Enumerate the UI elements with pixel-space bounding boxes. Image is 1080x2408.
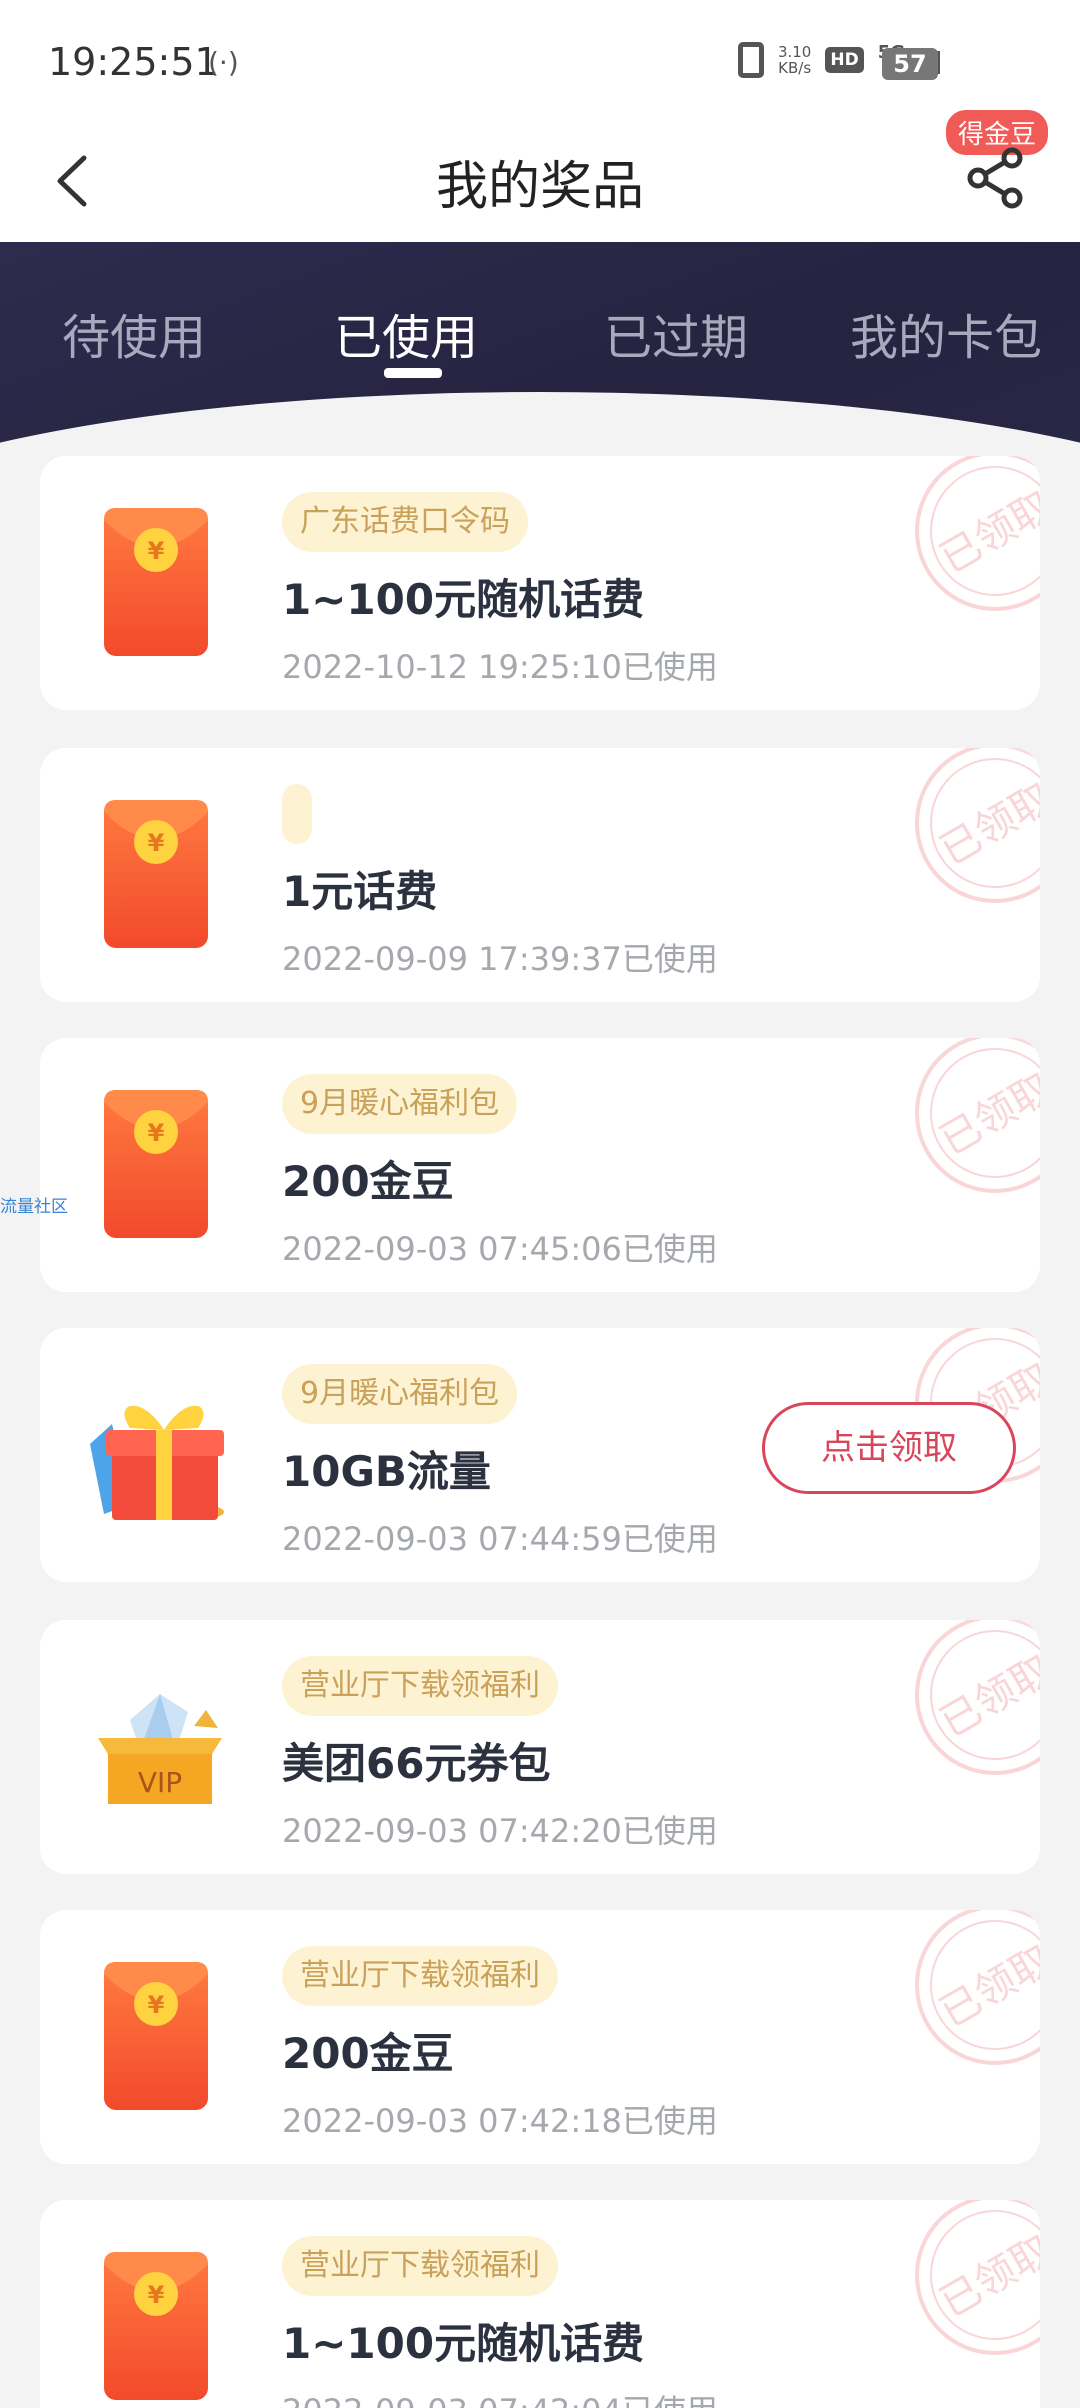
prize-time: 2022-09-09 17:39:37已使用 <box>282 940 718 978</box>
prize-name: 1~100元随机话费 <box>282 575 645 624</box>
share-icon <box>967 147 1023 209</box>
red-envelope-icon <box>104 1962 208 2110</box>
claimed-stamp-icon <box>915 456 1040 611</box>
nfc-radio-icon: (·) <box>208 46 239 79</box>
prize-name: 1~100元随机话费 <box>282 2319 645 2368</box>
prize-tag: 营业厅下载领福利 <box>282 1946 558 2006</box>
prize-time: 2022-09-03 07:45:06已使用 <box>282 1230 718 1268</box>
vibrate-icon <box>737 42 764 78</box>
prize-name: 10GB流量 <box>282 1447 491 1496</box>
vip-diamond-icon: VIP <box>98 1694 222 1804</box>
share-button[interactable]: 得金豆 <box>934 108 1050 230</box>
claimed-stamp-icon <box>915 1910 1040 2065</box>
prize-tag: 9月暖心福利包 <box>282 1074 518 1134</box>
prize-tag: 9月暖心福利包 <box>282 1364 518 1424</box>
claim-button[interactable]: 点击领取 <box>762 1402 1016 1494</box>
prize-tag: 营业厅下载领福利 <box>282 1656 558 1716</box>
prize-card[interactable]: 1元话费 2022-09-09 17:39:37已使用 <box>40 748 1040 1002</box>
claimed-stamp-icon <box>915 1620 1040 1775</box>
tab-expired[interactable]: 已过期 <box>604 298 748 368</box>
net-speed: 3.10 KB/s <box>778 44 811 76</box>
prize-tag <box>282 784 312 844</box>
gift-box-icon <box>90 1405 224 1520</box>
net-speed-unit: KB/s <box>778 59 812 77</box>
prize-card[interactable]: 9月暖心福利包 10GB流量 2022-09-03 07:44:59已使用 点击… <box>40 1328 1040 1582</box>
prize-name: 200金豆 <box>282 1157 454 1206</box>
red-envelope-icon <box>104 508 208 656</box>
prize-tag: 营业厅下载领福利 <box>282 2236 558 2296</box>
prize-time: 2022-09-03 07:42:18已使用 <box>282 2102 718 2140</box>
active-tab-indicator <box>384 368 442 378</box>
side-community-label[interactable]: 流量社区 <box>0 1192 68 1217</box>
prize-tag: 广东话费口令码 <box>282 492 528 552</box>
claimed-stamp-icon <box>915 2200 1040 2355</box>
red-envelope-icon <box>104 1090 208 1238</box>
prize-time: 2022-09-03 07:44:59已使用 <box>282 1520 718 1558</box>
prize-name: 200金豆 <box>282 2029 454 2078</box>
prize-card[interactable]: 营业厅下载领福利 200金豆 2022-09-03 07:42:18已使用 <box>40 1910 1040 2164</box>
status-bar: 19:25:51 (·) 3.10 KB/s HD 5G 57 <box>0 0 1080 120</box>
prize-card[interactable]: 营业厅下载领福利 1~100元随机话费 2022-09-03 07:42:04已… <box>40 2200 1040 2408</box>
prize-time: 2022-09-03 07:42:04已使用 <box>282 2386 718 2408</box>
prize-card[interactable]: 广东话费口令码 1~100元随机话费 2022-10-12 19:25:10已使… <box>40 456 1040 710</box>
prize-card[interactable]: 9月暖心福利包 200金豆 2022-09-03 07:45:06已使用 <box>40 1038 1040 1292</box>
tab-card-wallet[interactable]: 我的卡包 <box>850 298 1042 368</box>
red-envelope-icon <box>104 800 208 948</box>
claimed-stamp-icon <box>915 1038 1040 1193</box>
prize-time: 2022-09-03 07:42:20已使用 <box>282 1812 718 1850</box>
page-title: 我的奖品 <box>435 157 644 217</box>
prize-card[interactable]: VIP 营业厅下载领福利 美团66元券包 2022-09-03 07:42:20… <box>40 1620 1040 1874</box>
red-envelope-icon <box>104 2252 208 2400</box>
prize-name: 美团66元券包 <box>282 1739 551 1788</box>
app-header: 我的奖品 得金豆 <box>0 108 1080 242</box>
prize-name: 1元话费 <box>282 867 438 916</box>
tab-used[interactable]: 已使用 <box>334 298 478 368</box>
hd-badge: HD <box>825 47 864 73</box>
prize-time: 2022-10-12 19:25:10已使用 <box>282 648 718 686</box>
claimed-stamp-icon <box>915 748 1040 903</box>
tab-pending[interactable]: 待使用 <box>62 298 206 368</box>
status-time: 19:25:51 <box>48 40 219 84</box>
svg-text:VIP: VIP <box>138 1766 182 1799</box>
battery-icon: 57 <box>882 48 938 80</box>
